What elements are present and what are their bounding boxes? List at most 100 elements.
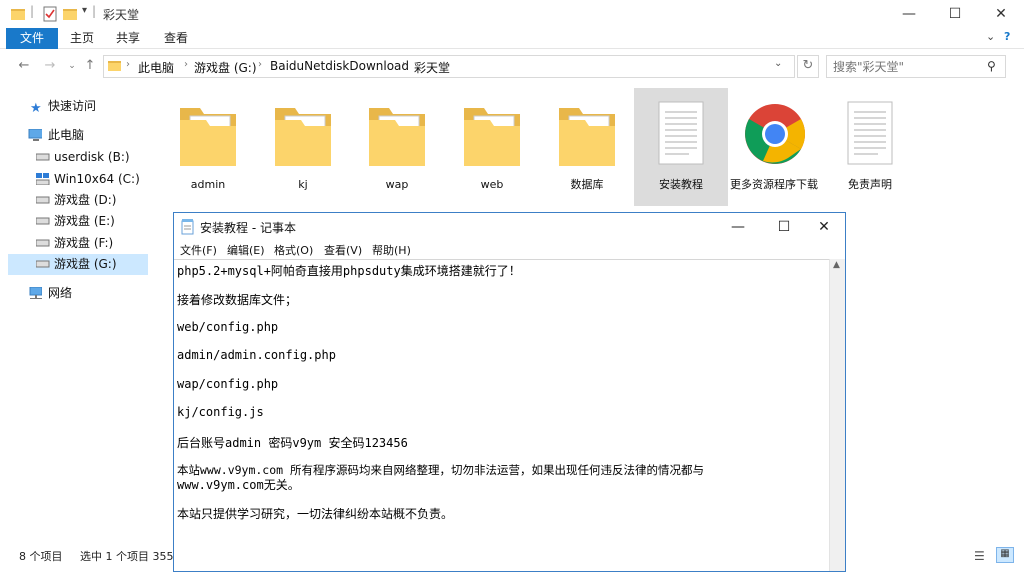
scroll-up-icon[interactable]: ▲ — [833, 260, 840, 270]
maximize-button[interactable]: ☐ — [932, 0, 978, 28]
nav-drive-c[interactable]: Win10x64 (C:) — [8, 169, 148, 190]
window-title: 彩天堂 — [103, 8, 140, 22]
tab-share[interactable]: 共享 — [108, 28, 148, 49]
nav-drive-g[interactable]: 游戏盘 (G:) — [8, 254, 148, 275]
notepad-minimize-button[interactable]: — — [715, 213, 761, 241]
expand-ribbon-icon[interactable]: ⌄ — [986, 30, 995, 43]
folder-icon — [369, 108, 425, 166]
address-dropdown-icon[interactable]: ⌄ — [774, 58, 782, 69]
nav-network[interactable]: 网络 — [8, 283, 148, 304]
text-file-icon — [658, 101, 704, 165]
search-icon[interactable]: ⚲ — [987, 59, 996, 73]
text-line: www.v9ym.com无关。 — [177, 478, 300, 492]
text-line: php5.2+mysql+阿帕奇直接用phpsduty集成环境搭建就行了！ — [177, 264, 521, 278]
nav-drive-b[interactable]: userdisk (B:) — [8, 147, 148, 168]
up-arrow-icon[interactable]: ↑ — [80, 56, 100, 76]
drive-icon — [36, 239, 50, 247]
folder-icon — [275, 108, 331, 166]
nav-quick-access[interactable]: ★ 快速访问 — [8, 96, 148, 117]
title-bar: | ▾ | 彩天堂 — ☐ ✕ — [0, 0, 1024, 28]
breadcrumb-current[interactable]: 彩天堂 — [414, 59, 450, 76]
file-item-folder[interactable]: 数据库 — [540, 88, 634, 206]
new-folder-icon[interactable] — [62, 6, 78, 22]
refresh-icon[interactable]: ↻ — [797, 55, 819, 78]
notepad-title: 安装教程 - 记事本 — [200, 221, 296, 235]
menu-help[interactable]: 帮助(H) — [372, 242, 411, 258]
close-button[interactable]: ✕ — [978, 0, 1024, 28]
breadcrumb-this-pc[interactable]: 此电脑 — [138, 59, 174, 76]
breadcrumb-separator: › — [126, 59, 130, 70]
customize-quick-access-icon[interactable]: ▾ — [82, 5, 87, 21]
file-item-text[interactable]: 免责声明 — [823, 88, 917, 206]
file-name: 免责声明 — [848, 178, 892, 191]
details-view-icon[interactable]: ☰ — [974, 549, 985, 563]
file-item-folder[interactable]: web — [445, 88, 539, 206]
drive-icon — [36, 153, 50, 161]
nav-label: 此电脑 — [48, 128, 85, 142]
breadcrumb-baidunetdiskdownload[interactable]: BaiduNetdiskDownload — [270, 59, 409, 73]
nav-label: 快速访问 — [48, 99, 97, 113]
folder-icon — [180, 108, 236, 166]
notepad-text-area[interactable]: php5.2+mysql+阿帕奇直接用phpsduty集成环境搭建就行了！ 接着… — [174, 259, 829, 571]
notepad-vertical-scrollbar[interactable]: ▲ — [829, 259, 845, 571]
folder-icon — [559, 108, 615, 166]
tab-view[interactable]: 查看 — [156, 28, 196, 49]
nav-label: userdisk (B:) — [54, 150, 130, 164]
breadcrumb-separator: › — [402, 59, 406, 70]
tab-file[interactable]: 文件 — [6, 28, 58, 49]
text-line: 接着修改数据库文件； — [177, 293, 298, 307]
nav-label: 网络 — [48, 286, 73, 300]
file-name: 安装教程 — [659, 178, 703, 191]
nav-drive-d[interactable]: 游戏盘 (D:) — [8, 190, 148, 211]
menu-edit[interactable]: 编辑(E) — [227, 242, 265, 258]
file-name: 更多资源程序下载 — [730, 178, 818, 191]
notepad-title-bar: 安装教程 - 记事本 — ☐ ✕ — [174, 213, 845, 241]
tab-home[interactable]: 主页 — [62, 28, 102, 49]
drive-icon — [36, 260, 50, 268]
forward-arrow-icon[interactable]: → — [40, 56, 60, 76]
menu-view[interactable]: 查看(V) — [324, 242, 362, 258]
address-bar[interactable]: › 此电脑 › 游戏盘 (G:) › BaiduNetdiskDownload … — [103, 55, 795, 78]
menu-format[interactable]: 格式(O) — [274, 242, 313, 258]
file-item-folder[interactable]: admin — [161, 88, 255, 206]
menu-file[interactable]: 文件(F) — [180, 242, 217, 258]
address-row: ← → ⌄ ↑ › 此电脑 › 游戏盘 (G:) › BaiduNetdiskD… — [0, 53, 1024, 79]
text-line: kj/config.js — [177, 405, 264, 419]
notepad-menu-bar: 文件(F) 编辑(E) 格式(O) 查看(V) 帮助(H) — [174, 241, 845, 259]
star-icon: ★ — [30, 101, 42, 116]
text-line: wap/config.php — [177, 377, 279, 391]
file-item-text-selected[interactable]: 安装教程 — [634, 88, 728, 206]
text-line: 本站只提供学习研究，一切法律纠纷本站概不负责。 — [177, 507, 454, 521]
file-item-shortcut[interactable]: 更多资源程序下载 — [728, 88, 822, 206]
help-icon[interactable]: ? — [1004, 30, 1010, 43]
nav-drive-e[interactable]: 游戏盘 (E:) — [8, 211, 148, 232]
search-input[interactable] — [827, 56, 977, 77]
notepad-close-button[interactable]: ✕ — [801, 213, 847, 241]
text-line: web/config.php — [177, 320, 279, 334]
nav-label: 游戏盘 (F:) — [54, 236, 114, 250]
file-name: wap — [385, 178, 409, 191]
file-name: kj — [298, 178, 308, 191]
properties-icon[interactable] — [42, 6, 58, 22]
breadcrumb-drive-g[interactable]: 游戏盘 (G:) — [194, 59, 257, 76]
text-file-icon — [847, 101, 893, 165]
back-arrow-icon[interactable]: ← — [14, 56, 34, 76]
file-item-folder[interactable]: kj — [256, 88, 350, 206]
large-icons-view-icon[interactable]: ▦ — [996, 547, 1014, 563]
folder-icon — [11, 9, 25, 20]
file-name: web — [480, 178, 504, 191]
computer-icon — [28, 129, 42, 141]
search-box[interactable]: ⚲ — [826, 55, 1006, 78]
folder-icon — [108, 61, 121, 71]
minimize-button[interactable]: — — [886, 0, 932, 28]
file-item-folder[interactable]: wap — [350, 88, 444, 206]
ribbon: 文件 主页 共享 查看 ⌄ ? — [0, 28, 1024, 49]
breadcrumb-separator: › — [184, 59, 188, 70]
file-name: 数据库 — [570, 178, 604, 191]
nav-drive-f[interactable]: 游戏盘 (F:) — [8, 233, 148, 254]
notepad-icon — [181, 219, 194, 235]
breadcrumb-separator: › — [258, 59, 262, 70]
recent-locations-icon[interactable]: ⌄ — [62, 56, 82, 76]
nav-label: Win10x64 (C:) — [54, 172, 140, 186]
nav-this-pc[interactable]: 此电脑 — [8, 125, 148, 146]
